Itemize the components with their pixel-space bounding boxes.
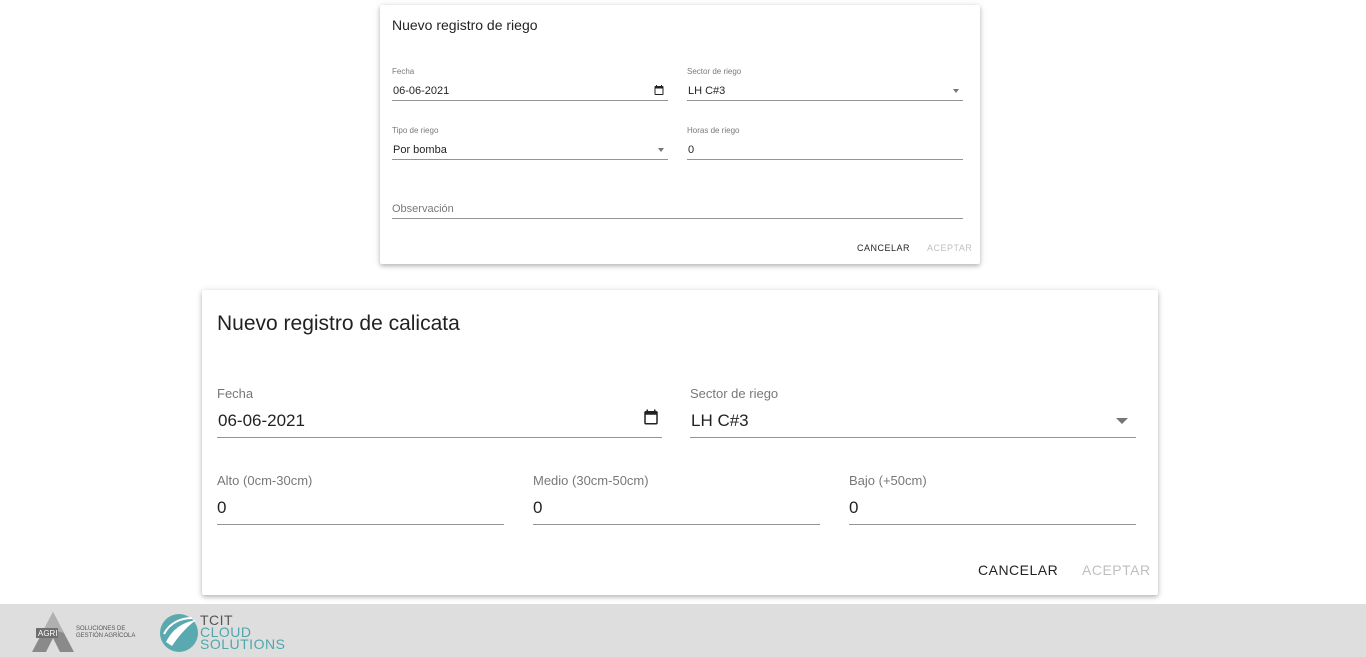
observacion-underline xyxy=(392,218,963,219)
dropdown-caret-icon[interactable] xyxy=(658,148,664,152)
alto-label: Alto (0cm-30cm) xyxy=(217,473,313,488)
sector-field[interactable]: Sector de riego LH C#3 xyxy=(687,67,963,103)
medio-field[interactable]: Medio (30cm-50cm) 0 xyxy=(533,473,820,529)
cancel-button[interactable]: CANCELAR xyxy=(857,243,910,253)
bajo-value[interactable]: 0 xyxy=(849,498,858,518)
medio-value[interactable]: 0 xyxy=(533,498,542,518)
horas-riego-field[interactable]: Horas de riego 0 xyxy=(687,126,963,162)
bajo-field[interactable]: Bajo (+50cm) 0 xyxy=(849,473,1136,529)
svg-text:AGRI: AGRI xyxy=(38,629,58,638)
dropdown-caret-icon[interactable] xyxy=(1116,418,1128,424)
bajo-label: Bajo (+50cm) xyxy=(849,473,927,488)
agri-logo-icon: AGRI xyxy=(32,612,74,652)
fecha-value[interactable]: 06-06-2021 xyxy=(218,411,305,431)
calicata-dialog: Nuevo registro de calicata Fecha 06-06-2… xyxy=(202,290,1158,595)
tipo-riego-label: Tipo de riego xyxy=(392,126,439,135)
tcit-line3: SOLUTIONS xyxy=(200,636,286,652)
observacion-placeholder[interactable]: Observación xyxy=(392,203,454,215)
fecha-label: Fecha xyxy=(392,67,415,76)
dialog-title: Nuevo registro de riego xyxy=(392,17,538,33)
tipo-riego-value[interactable]: Por bomba xyxy=(393,144,447,156)
sector-underline xyxy=(687,100,963,101)
bajo-underline xyxy=(849,524,1136,525)
sector-value[interactable]: LH C#3 xyxy=(691,411,749,431)
fecha-field[interactable]: Fecha 06-06-2021 xyxy=(217,386,662,442)
observacion-field[interactable]: Observación xyxy=(392,185,963,221)
cancel-button[interactable]: CANCELAR xyxy=(978,562,1058,578)
tipo-riego-field[interactable]: Tipo de riego Por bomba xyxy=(392,126,668,162)
fecha-underline xyxy=(217,437,662,438)
medio-underline xyxy=(533,524,820,525)
calendar-icon[interactable] xyxy=(653,84,665,96)
horas-riego-underline xyxy=(687,159,963,160)
riego-dialog: Nuevo registro de riego Fecha 06-06-2021… xyxy=(380,5,980,264)
fecha-label: Fecha xyxy=(217,386,254,401)
agri-logo-text: SOLUCIONES DE GESTIÓN AGRÍCOLA xyxy=(76,626,135,640)
sector-value[interactable]: LH C#3 xyxy=(688,85,725,97)
alto-value[interactable]: 0 xyxy=(217,498,226,518)
fecha-field[interactable]: Fecha 06-06-2021 xyxy=(392,67,668,103)
calendar-icon[interactable] xyxy=(642,408,660,426)
dialog-title: Nuevo registro de calicata xyxy=(217,312,460,335)
alto-underline xyxy=(217,524,504,525)
tcit-logo-icon xyxy=(160,614,198,652)
alto-field[interactable]: Alto (0cm-30cm) 0 xyxy=(217,473,504,529)
accept-button[interactable]: ACEPTAR xyxy=(927,243,972,253)
sector-field[interactable]: Sector de riego LH C#3 xyxy=(690,386,1136,442)
horas-riego-label: Horas de riego xyxy=(687,126,740,135)
dropdown-caret-icon[interactable] xyxy=(953,89,959,93)
horas-riego-value[interactable]: 0 xyxy=(688,144,694,156)
medio-label: Medio (30cm-50cm) xyxy=(533,473,649,488)
fecha-underline xyxy=(392,100,668,101)
fecha-value[interactable]: 06-06-2021 xyxy=(393,85,449,97)
sector-label: Sector de riego xyxy=(687,67,742,76)
footer: AGRI SOLUCIONES DE GESTIÓN AGRÍCOLA TCIT… xyxy=(0,604,1366,657)
tipo-riego-underline xyxy=(392,159,668,160)
accept-button[interactable]: ACEPTAR xyxy=(1082,562,1151,578)
sector-label: Sector de riego xyxy=(690,386,779,401)
sector-underline xyxy=(690,437,1136,438)
agri-text-line1: SOLUCIONES DE xyxy=(76,626,126,632)
agri-text-line2: GESTIÓN AGRÍCOLA xyxy=(76,633,136,639)
